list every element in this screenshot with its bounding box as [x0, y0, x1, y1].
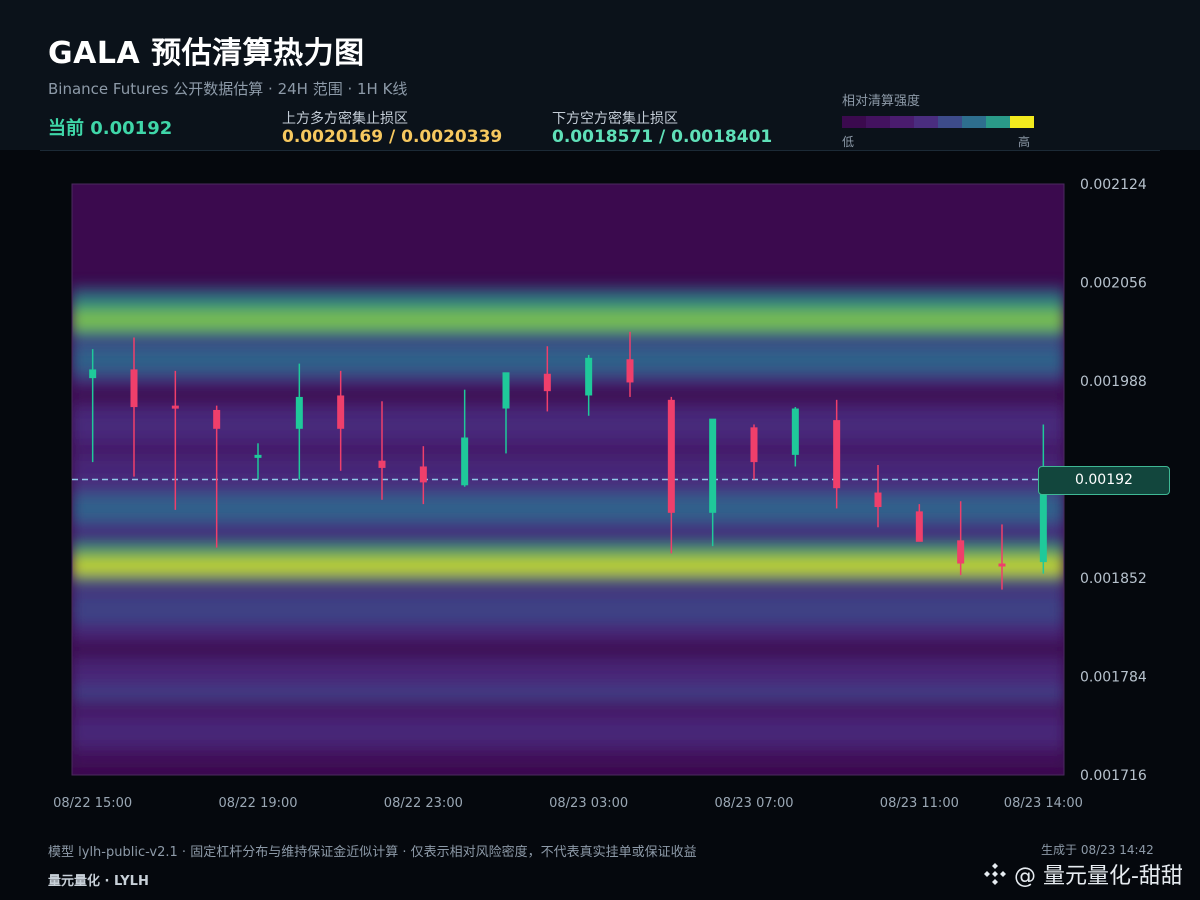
heat-band	[72, 417, 1064, 432]
generated-timestamp: 生成于 08/23 14:42	[1041, 843, 1154, 857]
candle-body	[998, 563, 1006, 567]
current-price-tag: 0.00192	[1038, 466, 1170, 495]
candle-body	[295, 396, 303, 429]
candle-body	[915, 511, 923, 542]
candle-body	[791, 408, 799, 455]
candle-body	[833, 420, 841, 489]
x-tick-label: 08/23 11:00	[880, 796, 959, 811]
x-axis: 08/22 15:00 08/22 19:00 08/22 23:00 08/23 0…	[53, 796, 1083, 811]
candle-body	[585, 357, 593, 396]
candle-body	[543, 373, 551, 392]
heat-band	[72, 353, 1064, 368]
candle-body	[254, 454, 262, 458]
x-tick-label: 08/23 07:00	[714, 796, 793, 811]
candle-body	[130, 369, 138, 408]
candle-body	[1039, 486, 1047, 563]
x-tick-label: 08/23 03:00	[549, 796, 628, 811]
candle-body	[213, 409, 221, 429]
heat-band	[72, 724, 1064, 742]
footer-brand: 量元量化 · LYLH	[48, 874, 149, 889]
candle-body	[378, 460, 386, 468]
heat-band	[72, 311, 1064, 329]
heatmap-layer	[72, 285, 1064, 768]
y-tick-label: 0.001988	[1080, 374, 1147, 390]
candle-body	[957, 540, 965, 564]
heat-band	[72, 501, 1064, 516]
candle-body	[750, 427, 758, 463]
candle-body	[502, 372, 510, 409]
y-tick-label: 0.001716	[1080, 768, 1147, 784]
candle-body	[626, 359, 634, 383]
candle-body	[89, 369, 97, 379]
x-tick-label: 08/22 23:00	[384, 796, 463, 811]
y-tick-label: 0.001784	[1080, 670, 1147, 686]
watermark-text: @ 量元量化-甜甜	[1014, 864, 1183, 889]
candle-body	[171, 405, 179, 409]
candle-body	[709, 418, 717, 513]
x-tick-label: 08/23 14:00	[1004, 796, 1083, 811]
candle-body	[667, 399, 675, 513]
y-tick-label: 0.002056	[1080, 276, 1147, 292]
binance-logo-icon	[984, 863, 1006, 885]
y-tick-label: 0.001852	[1080, 571, 1147, 587]
heatmap-chart: 0.0021240.0020560.0019880.0019200.001852…	[53, 177, 1147, 811]
footer-note: 模型 lylh-public-v2.1 · 固定杠杆分布与维持保证金近似计算 ·…	[48, 845, 697, 860]
candle-body	[461, 437, 469, 486]
heat-band	[72, 559, 1064, 574]
y-tick-label: 0.002124	[1080, 177, 1147, 193]
heat-band	[72, 601, 1064, 619]
watermark: @ 量元量化-甜甜	[982, 858, 1183, 890]
x-tick-label: 08/22 19:00	[218, 796, 297, 811]
x-tick-label: 08/22 15:00	[53, 796, 132, 811]
candle-body	[419, 466, 427, 483]
candle-body	[337, 395, 345, 429]
candle-body	[874, 492, 882, 508]
